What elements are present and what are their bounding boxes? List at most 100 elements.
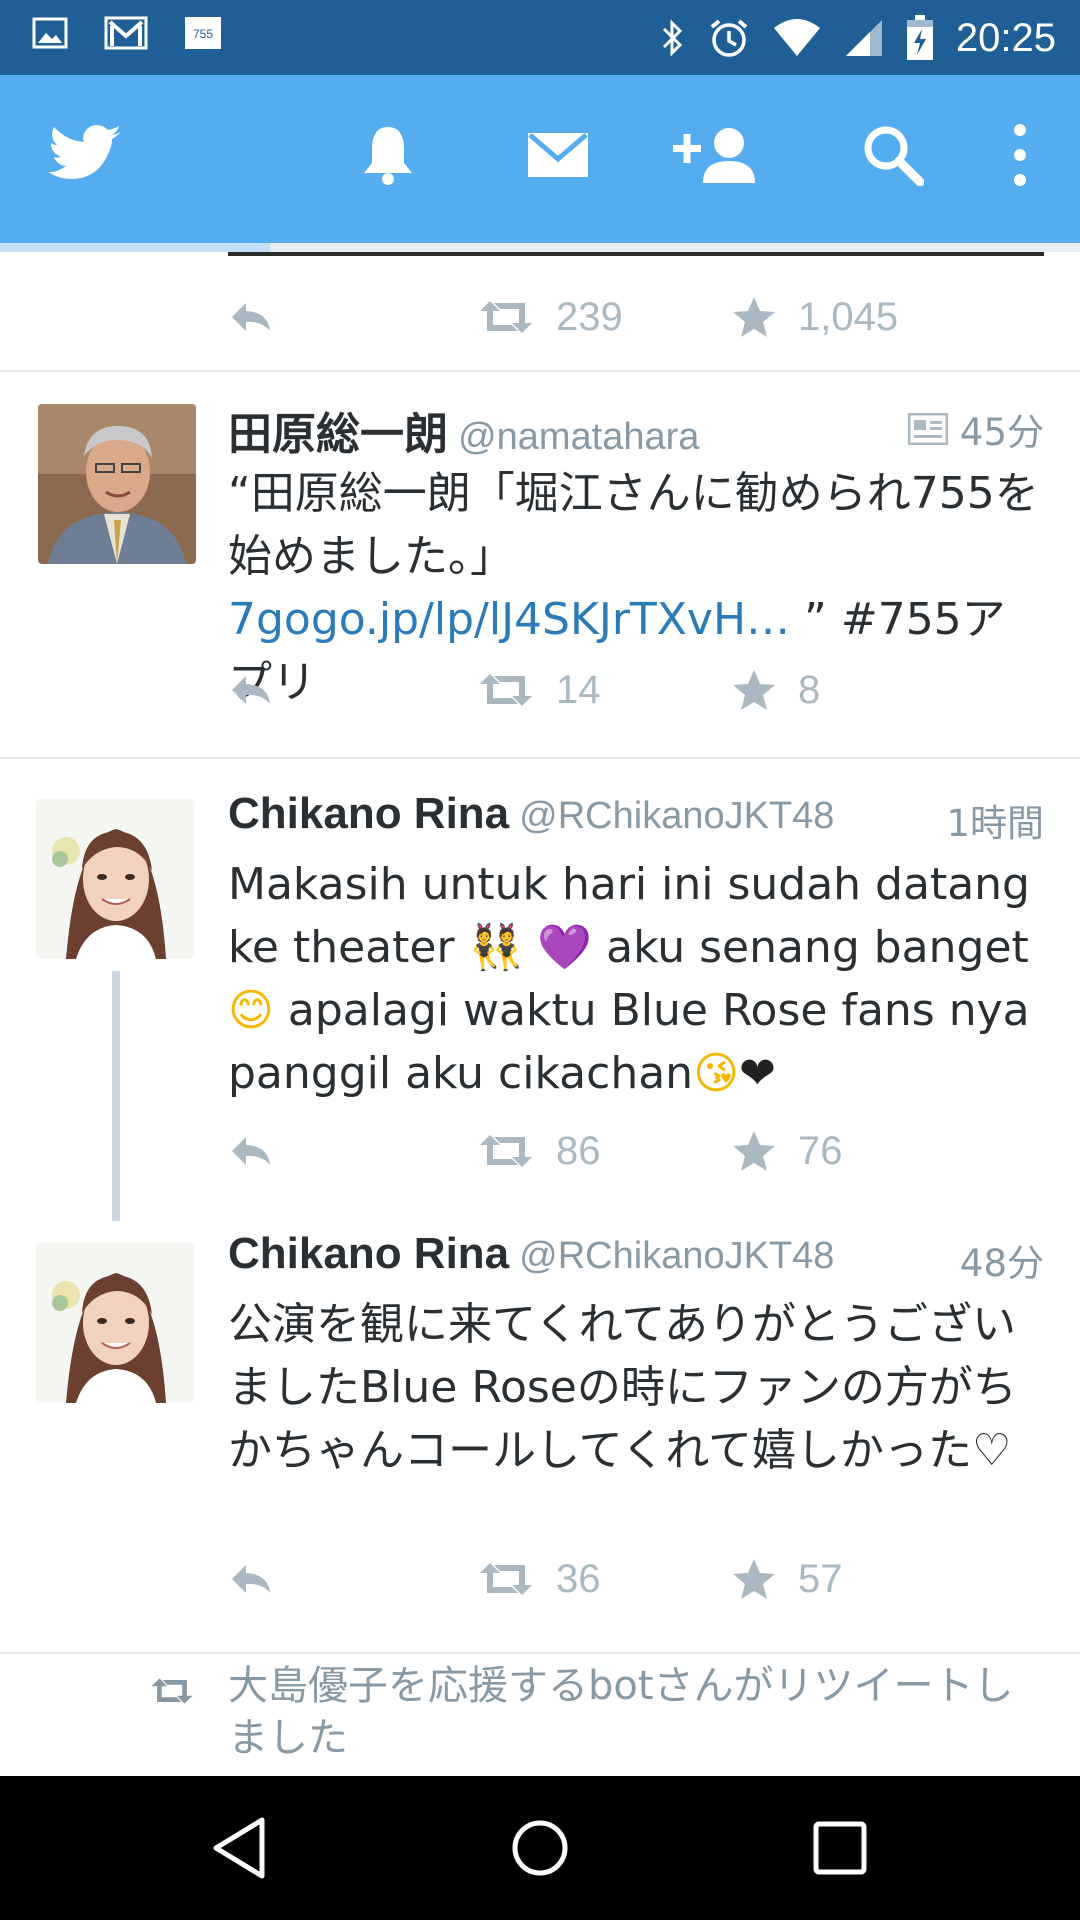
- favorite-count: 57: [798, 1556, 843, 1601]
- back-button[interactable]: [200, 1808, 280, 1888]
- tweet-item[interactable]: Chikano Rina @RChikanoJKT48 48分 公演を観に来てくれ…: [0, 1199, 1080, 1601]
- signal-icon: [844, 18, 884, 58]
- home-icon: [510, 1818, 570, 1878]
- tweet-actions: 14 8: [228, 660, 1028, 720]
- tweet-link[interactable]: 7gogo.jp/lp/lJ4SKJrTXvH…: [228, 594, 790, 645]
- home-tab[interactable]: [35, 105, 135, 205]
- star-icon: [732, 1130, 776, 1172]
- kissing-face-emoji: 😘: [693, 1048, 739, 1099]
- author-handle[interactable]: @RChikanoJKT48: [519, 1235, 834, 1277]
- system-icons: 20:25: [660, 10, 1056, 66]
- add-user-icon: [673, 125, 763, 185]
- star-icon: [732, 296, 776, 338]
- gmail-notification-icon: [104, 16, 148, 50]
- favorite-button[interactable]: 8: [732, 660, 820, 720]
- tweet-text-part: aku senang banget: [592, 922, 1029, 973]
- author-name[interactable]: Chikano Rina: [228, 1229, 509, 1278]
- wifi-icon: [772, 18, 822, 58]
- timeline[interactable]: 239 1,045 田原総一朗 @namatahara 45分 “田原総一朗「堀…: [0, 252, 1080, 1776]
- retweet-button[interactable]: 14: [478, 660, 601, 720]
- retweet-icon: [478, 1133, 534, 1169]
- tweet-body: Chikano Rina @RChikanoJKT48 48分 公演を観に来てくれ…: [228, 1229, 1048, 1482]
- reply-button[interactable]: [228, 1549, 274, 1609]
- thread-connector: [112, 1199, 120, 1221]
- bunny-dancers-emoji: 👯: [468, 922, 524, 973]
- home-button[interactable]: [500, 1808, 580, 1888]
- thread-connector: [112, 971, 120, 1199]
- retweet-context-text: 大島優子を応援するbotさんがリツイートしました: [228, 1663, 1014, 1761]
- tweet-item[interactable]: 田原総一朗 @namatahara 45分 “田原総一朗「堀江さんに勧められ755…: [0, 372, 1080, 750]
- battery-icon: [906, 15, 934, 61]
- tweet-text: 公演を観に来てくれてありがとうございましたBlue Roseの時にファンの方がち…: [228, 1299, 1017, 1476]
- tweet-text-before: “田原総一朗「堀江さんに勧められ755を始めました。」: [228, 468, 1039, 582]
- smiling-face-emoji: 😊: [228, 985, 274, 1036]
- reply-icon: [228, 672, 274, 708]
- notifications-tab[interactable]: [338, 105, 438, 205]
- tweet-body: Chikano Rina @RChikanoJKT48 1時間 Makasih u…: [228, 789, 1048, 1105]
- tweet-header: Chikano Rina @RChikanoJKT48 1時間: [228, 789, 1048, 853]
- reply-button[interactable]: [228, 287, 274, 347]
- notifications-icon: [360, 123, 416, 187]
- 755-badge-text: 755: [193, 27, 213, 41]
- clock: 20:25: [955, 15, 1056, 60]
- home-bird-icon: [47, 124, 123, 186]
- tweet-actions: 36 57: [228, 1549, 1028, 1609]
- notification-icons: 755: [32, 16, 222, 50]
- author-handle[interactable]: @RChikanoJKT48: [519, 795, 834, 837]
- reply-icon: [228, 1561, 274, 1597]
- bluetooth-icon: [660, 18, 686, 58]
- purple-heart-emoji: 💜: [537, 922, 593, 973]
- tweet-time-text: 45分: [959, 411, 1044, 454]
- avatar[interactable]: [36, 1243, 194, 1403]
- media-strip: [228, 252, 1044, 256]
- tweet-item[interactable]: Chikano Rina @RChikanoJKT48 1時間 Makasih u…: [0, 759, 1080, 1199]
- star-icon: [732, 669, 776, 711]
- retweet-context[interactable]: 大島優子を応援するbotさんがリツイートしました: [0, 1654, 1080, 1776]
- retweet-button[interactable]: 239: [478, 287, 623, 347]
- gallery-notification-icon: [32, 17, 68, 49]
- reply-icon: [228, 1133, 274, 1169]
- author-handle[interactable]: @namatahara: [458, 416, 699, 458]
- tab-indicator-active: [0, 243, 270, 252]
- retweet-count: 86: [556, 1128, 601, 1173]
- navigation-bar: [0, 1776, 1080, 1920]
- summary-card-icon: [907, 413, 948, 445]
- author-name[interactable]: Chikano Rina: [228, 789, 509, 838]
- favorite-button[interactable]: 1,045: [732, 287, 898, 347]
- tweet-header: Chikano Rina @RChikanoJKT48 48分: [228, 1229, 1048, 1293]
- favorite-count: 1,045: [798, 294, 899, 339]
- author-name[interactable]: 田原総一朗: [228, 409, 448, 460]
- retweet-count: 36: [556, 1556, 601, 1601]
- favorite-button[interactable]: 76: [732, 1121, 843, 1181]
- tweet-time: 1時間: [946, 802, 1044, 845]
- tweet-header: 田原総一朗 @namatahara 45分: [228, 398, 1048, 462]
- messages-tab[interactable]: [508, 105, 608, 205]
- favorite-button[interactable]: 57: [732, 1549, 843, 1609]
- retweet-button[interactable]: 86: [478, 1121, 601, 1181]
- avatar[interactable]: [36, 799, 194, 959]
- 755-notification-icon: 755: [184, 16, 222, 50]
- search-tab[interactable]: [843, 105, 943, 205]
- alarm-icon: [708, 17, 750, 59]
- reply-button[interactable]: [228, 1121, 274, 1181]
- reply-icon: [228, 299, 274, 335]
- retweet-button[interactable]: 36: [478, 1549, 601, 1609]
- tweet-time: 45分: [907, 402, 1044, 456]
- recents-icon: [812, 1820, 868, 1876]
- favorite-count: 76: [798, 1128, 843, 1173]
- reply-button[interactable]: [228, 660, 274, 720]
- add-user-tab[interactable]: [668, 105, 768, 205]
- recents-button[interactable]: [800, 1808, 880, 1888]
- retweet-count: 14: [556, 667, 601, 712]
- overflow-menu-icon: [1012, 122, 1028, 188]
- black-heart-emoji: ❤: [738, 1048, 776, 1099]
- overflow-menu-button[interactable]: [980, 105, 1060, 205]
- favorite-count: 8: [798, 667, 821, 712]
- retweet-context-icon: [150, 1676, 194, 1706]
- avatar[interactable]: [38, 404, 196, 564]
- back-icon: [210, 1816, 270, 1880]
- retweet-count: 239: [556, 294, 623, 339]
- app-bar: [0, 75, 1080, 243]
- status-bar: 755 20:25: [0, 0, 1080, 75]
- retweet-icon: [478, 672, 534, 708]
